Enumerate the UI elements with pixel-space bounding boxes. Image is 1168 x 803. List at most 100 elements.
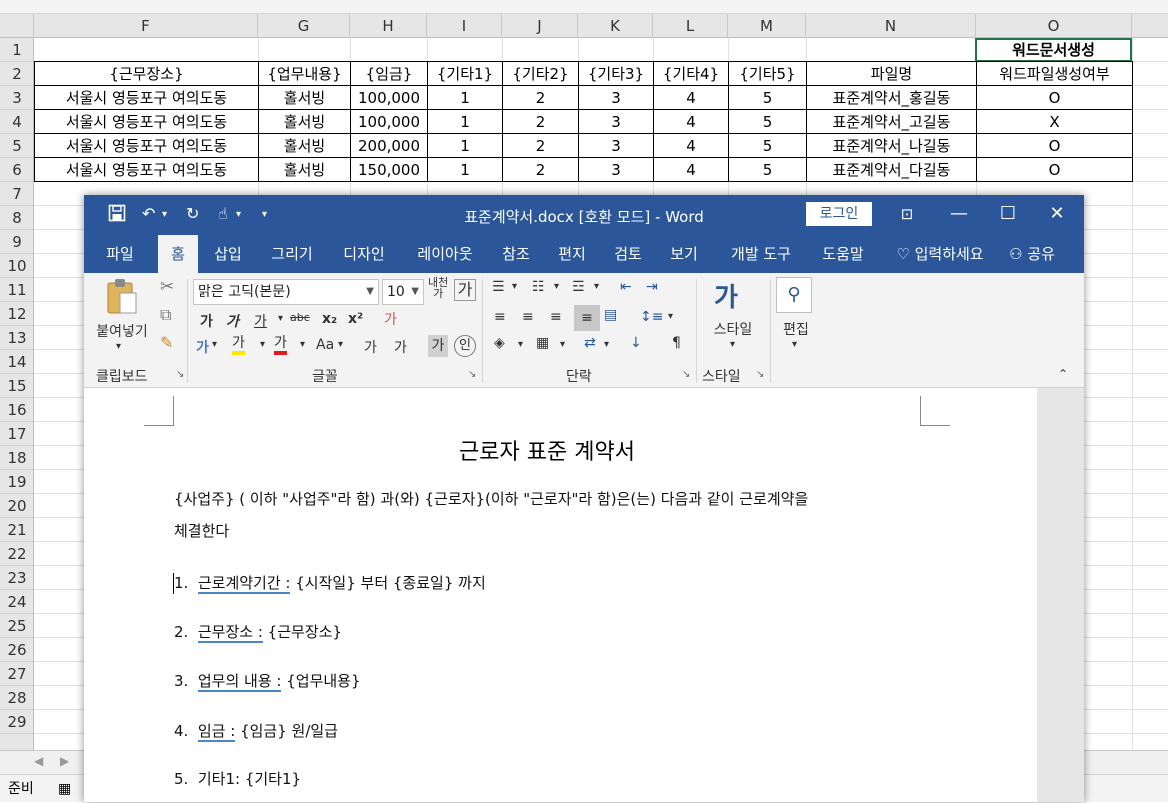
tab-review[interactable]: 검토 [606,235,650,273]
table-cell[interactable]: 홀서빙 [258,157,351,182]
column-header-o[interactable]: O [976,14,1132,38]
table-cell[interactable]: 홀서빙 [258,133,351,158]
tab-view[interactable]: 보기 [662,235,706,273]
row-header[interactable]: 29 [0,710,33,734]
table-cell[interactable]: 4 [653,133,729,158]
row-header[interactable]: 10 [0,254,33,278]
select-all-corner[interactable] [0,14,34,38]
cut-icon[interactable]: ✂ [160,277,174,297]
enclose-characters-icon[interactable]: 인 [454,335,476,357]
styles-launcher-icon[interactable]: ↘ [756,369,764,380]
table-header-cell[interactable]: {기타1} [427,61,503,86]
row-header[interactable]: 9 [0,230,33,254]
table-cell[interactable]: 1 [427,157,503,182]
format-painter-icon[interactable]: ✎ [160,333,173,352]
table-cell[interactable]: 서울시 영등포구 여의도동 [34,133,259,158]
tab-file[interactable]: 파일 [94,235,146,273]
tab-insert[interactable]: 삽입 [204,235,252,273]
table-header-cell[interactable]: {기타4} [653,61,729,86]
tab-draw[interactable]: 그리기 [262,235,322,273]
table-cell[interactable]: O [976,85,1133,110]
table-cell[interactable]: 150,000 [350,157,428,182]
column-header-k[interactable]: K [578,14,653,38]
row-header[interactable]: 21 [0,518,33,542]
tab-design[interactable]: 디자인 [334,235,394,273]
table-cell[interactable]: 4 [653,109,729,134]
decrease-indent-icon[interactable]: ⇤ [620,279,632,295]
underline-dropdown-icon[interactable]: ▾ [278,313,283,324]
superscript-icon[interactable]: x² [348,311,363,327]
text-effects-dropdown-icon[interactable]: ▾ [212,339,217,350]
column-header-h[interactable]: H [350,14,427,38]
row-header[interactable]: 23 [0,566,33,590]
line-spacing-dropdown-icon[interactable]: ▾ [668,311,673,322]
table-cell[interactable]: 200,000 [350,133,428,158]
character-border-icon[interactable]: 가 [394,337,407,357]
column-header-f[interactable]: F [34,14,258,38]
tab-references[interactable]: 참조 [494,235,538,273]
row-header[interactable]: 6 [0,158,33,182]
tab-home[interactable]: 홈 [158,235,198,273]
table-cell[interactable]: O [976,157,1133,182]
table-header-cell[interactable]: {기타3} [578,61,654,86]
edit-dropdown-icon[interactable]: ▾ [792,339,797,350]
row-header[interactable]: 16 [0,398,33,422]
show-marks-icon[interactable]: ¶ [672,335,681,351]
row-header[interactable]: 24 [0,590,33,614]
sheet-next-icon[interactable]: ▶ [60,754,69,768]
table-header-cell[interactable]: 워드파일생성여부 [976,61,1133,86]
paste-label[interactable]: 붙여넣기 [90,321,154,341]
numbering-dropdown-icon[interactable]: ▾ [554,281,559,292]
paste-dropdown-icon[interactable]: ▾ [116,341,121,352]
share-button[interactable]: ⚇ 공유 [1002,235,1062,273]
styles-dropdown-icon[interactable]: ▾ [730,339,735,350]
table-cell[interactable]: 5 [728,109,807,134]
align-left-icon[interactable]: ≡ [494,309,506,325]
change-case-icon[interactable]: 가 [454,279,476,301]
asian-layout-icon[interactable]: ⇄ [584,335,596,351]
collapse-ribbon-icon[interactable]: ⌃ [1058,367,1068,381]
row-header[interactable]: 13 [0,326,33,350]
ribbon-display-icon[interactable]: ⊡ [892,205,922,223]
table-cell[interactable]: 2 [502,133,579,158]
row-header[interactable]: 7 [0,182,33,206]
table-cell[interactable]: 표준계약서_고길동 [806,109,977,134]
tab-developer[interactable]: 개발 도구 [718,235,804,273]
table-header-cell[interactable]: {업무내용} [258,61,351,86]
row-header[interactable]: 17 [0,422,33,446]
align-center-icon[interactable]: ≡ [522,309,534,325]
table-cell[interactable]: 1 [427,85,503,110]
row-header[interactable]: 20 [0,494,33,518]
shading-icon[interactable]: ◈ [494,335,505,351]
highlight-icon[interactable]: 가 [232,335,245,355]
table-cell[interactable]: X [976,109,1133,134]
column-header-g[interactable]: G [258,14,350,38]
table-cell[interactable]: 서울시 영등포구 여의도동 [34,157,259,182]
borders-dropdown-icon[interactable]: ▾ [560,339,565,350]
edit-button-label[interactable]: 편집 [776,319,816,339]
table-cell[interactable]: 2 [502,109,579,134]
tell-me-search[interactable]: ♡ 입력하세요 [890,235,990,273]
table-cell[interactable]: 4 [653,157,729,182]
grow-font-icon[interactable]: 내천 가 [428,277,448,299]
font-color-icon[interactable]: 가 [274,335,287,355]
document-page[interactable]: 근로자 표준 계약서 {사업주} ( 이하 "사업주"라 함) 과(와) {근로… [84,388,1037,802]
table-cell[interactable]: 100,000 [350,85,428,110]
borders-icon[interactable]: ▦ [536,335,549,351]
asian-layout-dropdown-icon[interactable]: ▾ [604,339,609,350]
table-cell[interactable]: 3 [578,157,654,182]
table-cell[interactable]: 서울시 영등포구 여의도동 [34,109,259,134]
font-size-combo[interactable]: 10 ▼ [382,279,424,305]
row-header[interactable]: 12 [0,302,33,326]
clipboard-launcher-icon[interactable]: ↘ [176,369,184,380]
column-header-j[interactable]: J [502,14,578,38]
row-header[interactable]: 11 [0,278,33,302]
vertical-scrollbar[interactable] [1037,388,1084,802]
bold-icon[interactable]: 가 [200,311,213,331]
table-cell[interactable]: 표준계약서_홍길동 [806,85,977,110]
font-name-combo[interactable]: 맑은 고딕(본문) ▼ [193,279,379,305]
copy-icon[interactable]: ⧉ [160,305,171,325]
table-cell[interactable]: 3 [578,109,654,134]
change-case-dropdown-icon[interactable]: ▾ [338,339,343,350]
table-cell[interactable]: 홀서빙 [258,109,351,134]
